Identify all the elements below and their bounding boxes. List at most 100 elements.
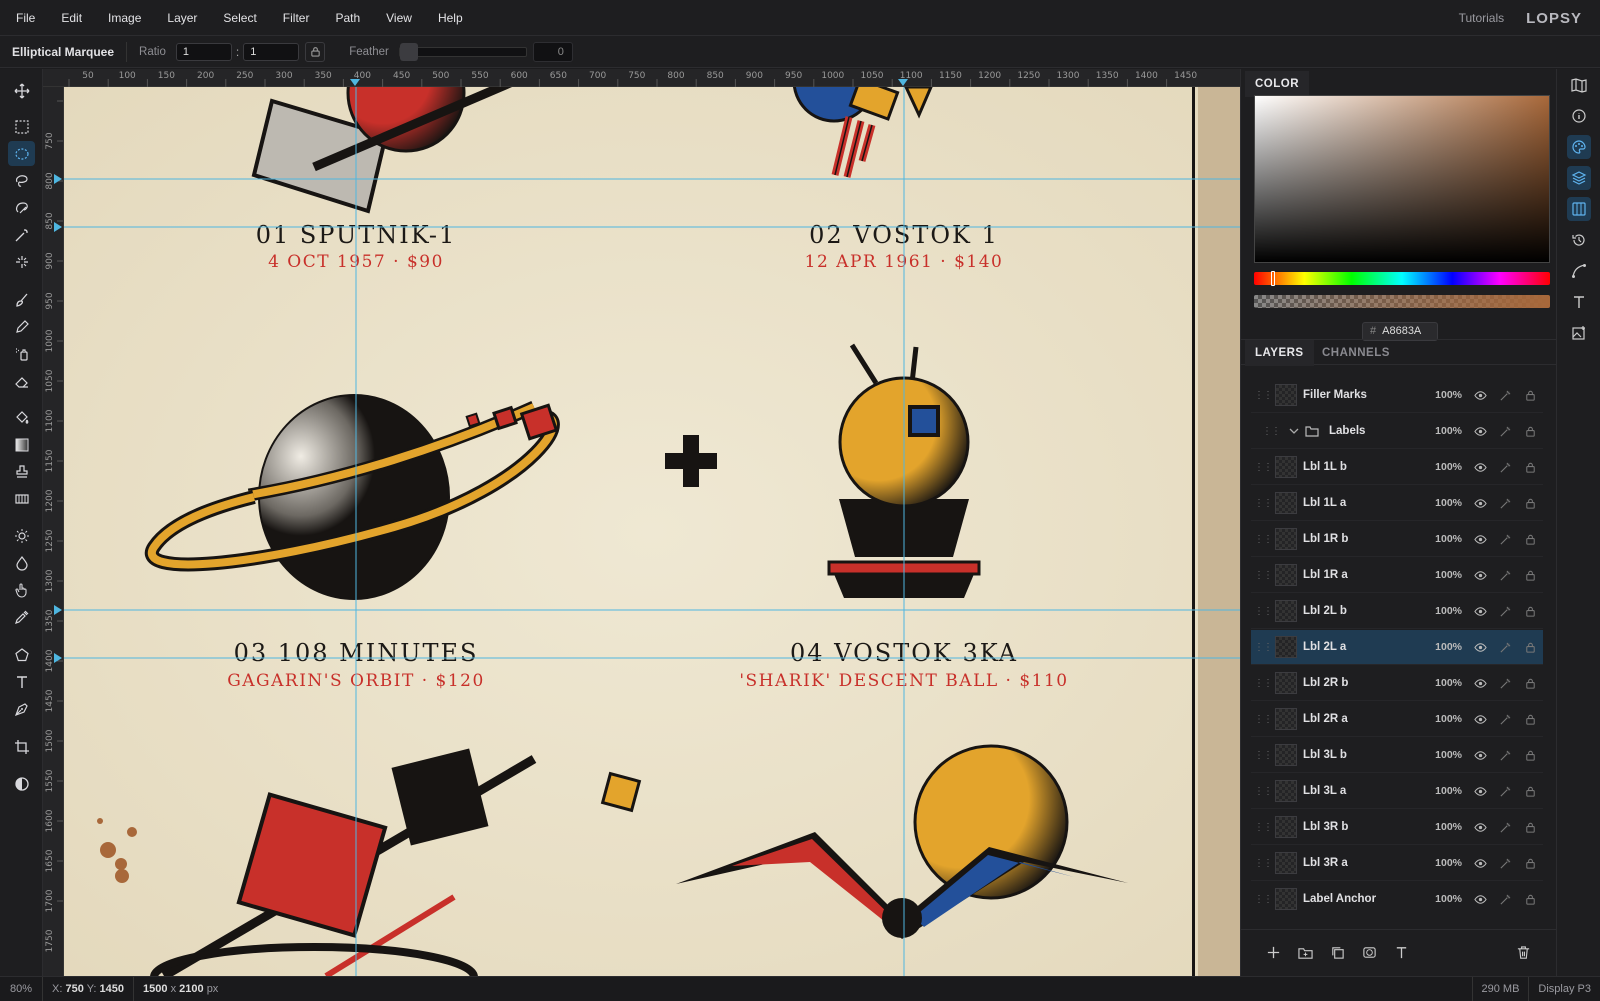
color-panel-button[interactable] (1567, 135, 1591, 159)
shape-tool[interactable] (8, 642, 35, 667)
guide-marker[interactable] (898, 79, 908, 86)
layer-name[interactable]: Lbl 3R b (1303, 821, 1422, 833)
drag-handle-icon[interactable]: ⋮⋮ (1251, 714, 1275, 725)
layer-opacity[interactable]: 100% (1422, 641, 1462, 653)
drag-handle-icon[interactable]: ⋮⋮ (1251, 822, 1275, 833)
lock-toggle[interactable] (1518, 461, 1543, 474)
layer-opacity[interactable]: 100% (1422, 569, 1462, 581)
zoom-level[interactable]: 80% (0, 977, 43, 1001)
blur-tool[interactable] (8, 550, 35, 575)
layer-opacity[interactable]: 100% (1422, 497, 1462, 509)
lock-toggle[interactable] (1518, 749, 1543, 762)
menu-edit[interactable]: Edit (48, 11, 95, 25)
lock-toggle[interactable] (1518, 713, 1543, 726)
color-saturation-picker[interactable] (1254, 95, 1550, 263)
layer-opacity[interactable]: 100% (1422, 461, 1462, 473)
lock-toggle[interactable] (1518, 821, 1543, 834)
visibility-toggle[interactable] (1468, 893, 1493, 906)
visibility-toggle[interactable] (1468, 641, 1493, 654)
menu-select[interactable]: Select (210, 11, 269, 25)
lock-toggle[interactable] (1518, 569, 1543, 582)
lock-toggle[interactable] (1518, 533, 1543, 546)
layer-opacity[interactable]: 100% (1422, 677, 1462, 689)
pen-tool[interactable] (8, 696, 35, 721)
tab-layers[interactable]: LAYERS (1245, 340, 1314, 366)
lock-toggle[interactable] (1518, 497, 1543, 510)
menu-help[interactable]: Help (425, 11, 476, 25)
layer-name[interactable]: Lbl 2R a (1303, 713, 1422, 725)
dodge-tool[interactable] (8, 523, 35, 548)
brush-tool[interactable] (8, 287, 35, 312)
layer-row[interactable]: ⋮⋮Lbl 2L b100% (1251, 594, 1543, 629)
hue-slider-knob[interactable] (1271, 271, 1275, 286)
layer-name[interactable]: Lbl 2L a (1303, 641, 1422, 653)
visibility-toggle[interactable] (1468, 497, 1493, 510)
rect-marquee-tool[interactable] (8, 114, 35, 139)
guide-marker[interactable] (350, 79, 360, 86)
drag-handle-icon[interactable]: ⋮⋮ (1251, 894, 1275, 905)
layer-name[interactable]: Lbl 3R a (1303, 857, 1422, 869)
text-tool[interactable] (8, 669, 35, 694)
menu-file[interactable]: File (0, 11, 48, 25)
ratio-width-input[interactable]: 1 (176, 43, 232, 61)
stamp-tool[interactable] (8, 459, 35, 484)
layer-group-row[interactable]: ⋮⋮Labels100% (1251, 414, 1543, 449)
effects-toggle[interactable] (1493, 389, 1518, 402)
add-mask-button[interactable] (1359, 942, 1379, 962)
layer-name[interactable]: Lbl 3L b (1303, 749, 1422, 761)
effects-toggle[interactable] (1493, 605, 1518, 618)
lock-toggle[interactable] (1518, 857, 1543, 870)
horizontal-ruler[interactable]: 5010015020025030035040045050055060065070… (43, 69, 1240, 87)
visibility-toggle[interactable] (1468, 605, 1493, 618)
layer-opacity[interactable]: 100% (1422, 893, 1462, 905)
visibility-toggle[interactable] (1468, 749, 1493, 762)
character-panel-button[interactable] (1567, 290, 1591, 314)
add-text-layer-button[interactable] (1391, 942, 1411, 962)
ratio-lock-button[interactable] (305, 42, 325, 62)
navigator-panel-button[interactable] (1567, 73, 1591, 97)
effects-toggle[interactable] (1493, 749, 1518, 762)
layer-name[interactable]: Lbl 3L a (1303, 785, 1422, 797)
lock-toggle[interactable] (1518, 893, 1543, 906)
layer-opacity[interactable]: 100% (1422, 713, 1462, 725)
add-layer-button[interactable] (1263, 942, 1283, 962)
visibility-toggle[interactable] (1468, 425, 1493, 438)
lock-toggle[interactable] (1518, 785, 1543, 798)
layer-row[interactable]: ⋮⋮Label Anchor100% (1251, 882, 1543, 910)
visibility-toggle[interactable] (1468, 389, 1493, 402)
quick-select-tool[interactable] (8, 249, 35, 274)
visibility-toggle[interactable] (1468, 857, 1493, 870)
drag-handle-icon[interactable]: ⋮⋮ (1251, 750, 1275, 761)
layer-opacity[interactable]: 100% (1422, 389, 1462, 401)
paths-panel-button[interactable] (1567, 259, 1591, 283)
tab-channels[interactable]: CHANNELS (1312, 340, 1400, 366)
menu-image[interactable]: Image (95, 11, 154, 25)
layer-row[interactable]: ⋮⋮Lbl 1R b100% (1251, 522, 1543, 557)
smudge-tool[interactable] (8, 577, 35, 602)
effects-toggle[interactable] (1493, 497, 1518, 510)
effects-toggle[interactable] (1493, 677, 1518, 690)
layer-name[interactable]: Lbl 1R a (1303, 569, 1422, 581)
drag-handle-icon[interactable]: ⋮⋮ (1251, 606, 1275, 617)
contrast-tool[interactable] (8, 771, 35, 796)
pencil-tool[interactable] (8, 314, 35, 339)
visibility-toggle[interactable] (1468, 785, 1493, 798)
layer-opacity[interactable]: 100% (1422, 425, 1462, 437)
layer-opacity[interactable]: 100% (1422, 749, 1462, 761)
layers-panel-button[interactable] (1567, 166, 1591, 190)
layer-row[interactable]: ⋮⋮Lbl 2R b100% (1251, 666, 1543, 701)
move-tool[interactable] (8, 78, 35, 103)
add-group-button[interactable] (1295, 942, 1315, 962)
effects-toggle[interactable] (1493, 713, 1518, 726)
lock-toggle[interactable] (1518, 605, 1543, 618)
menu-filter[interactable]: Filter (270, 11, 323, 25)
alpha-slider[interactable] (1254, 295, 1550, 308)
channels-panel-button[interactable] (1567, 197, 1591, 221)
layer-row[interactable]: ⋮⋮ Lbl 3L b100% (1251, 738, 1543, 773)
chevron-down-icon[interactable] (1283, 426, 1305, 436)
layer-name[interactable]: Lbl 2R b (1303, 677, 1422, 689)
image-panel-button[interactable] (1567, 321, 1591, 345)
layer-opacity[interactable]: 100% (1422, 605, 1462, 617)
drag-handle-icon[interactable]: ⋮⋮ (1251, 858, 1275, 869)
visibility-toggle[interactable] (1468, 821, 1493, 834)
